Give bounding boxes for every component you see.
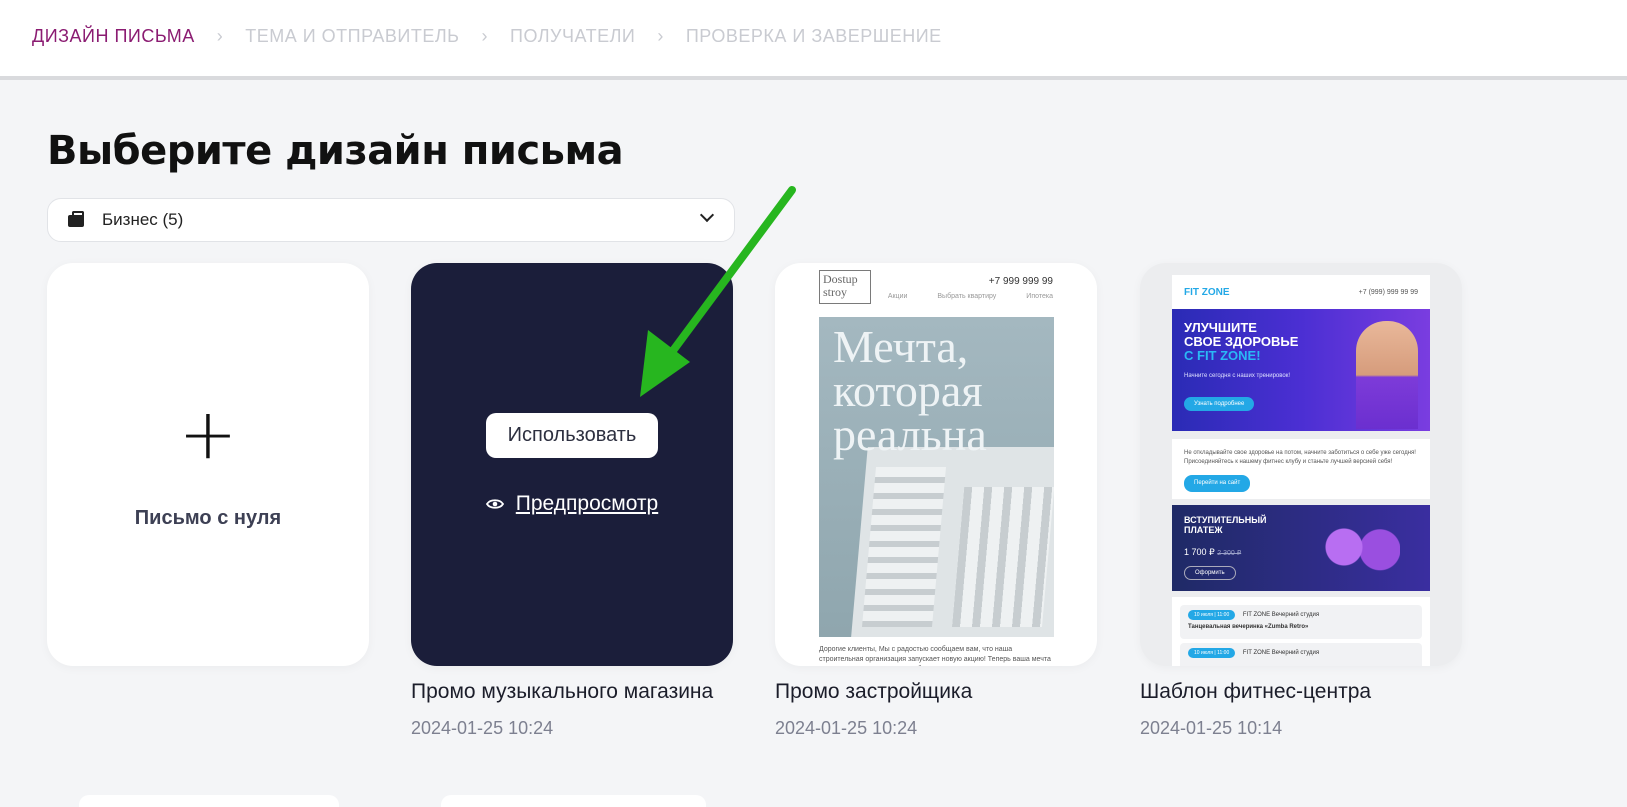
promo-price-value: 1 700 ₽: [1184, 547, 1215, 557]
schedule-row: 10 июля | 11:00 FIT ZONE Вечерний студия: [1180, 643, 1422, 666]
promo-old-price: 2 300 ₽: [1217, 550, 1242, 557]
preview-nav-item: Акции: [887, 293, 908, 300]
schedule-tag: 10 июля | 11:00: [1188, 648, 1236, 658]
category-select-value: Бизнес (5): [102, 210, 184, 229]
next-row-card: [79, 795, 339, 807]
preview-hero: УЛУЧШИТЕ СВОЕ ЗДОРОВЬЕ С FIT ZONE! Начни…: [1172, 309, 1430, 431]
plus-icon: +: [178, 393, 238, 475]
eye-icon: [485, 499, 504, 509]
chevron-right-icon: ›: [216, 26, 224, 46]
step-design[interactable]: ДИЗАЙН ПИСЬМА: [32, 26, 195, 47]
preview-phone: +7 (999) 999 99 99: [1358, 288, 1418, 296]
preview-hero-image: Мечта, которая реальна: [819, 317, 1054, 637]
template-card-fitness[interactable]: FIT ZONE +7 (999) 999 99 99 УЛУЧШИТЕ СВО…: [1140, 263, 1462, 666]
preview-hero-text: Мечта, которая реальна: [833, 321, 987, 460]
step-recipients[interactable]: ПОЛУЧАТЕЛИ: [510, 26, 635, 47]
preview-logo: Dostup stroy: [819, 270, 871, 304]
preview-hero-button: Узнать подробнее: [1184, 397, 1255, 411]
preview-text: Не откладывайте свое здоровье на потом, …: [1184, 450, 1416, 465]
template-card-developer[interactable]: Dostup stroy +7 999 999 99 Акции Выбрать…: [775, 263, 1097, 666]
preview-header: FIT ZONE +7 (999) 999 99 99: [1172, 275, 1430, 309]
schedule-place: FIT ZONE Вечерний студия: [1242, 612, 1320, 618]
preview-nav-item: Выбрать квартиру: [937, 293, 997, 300]
dumbbell-image: [1320, 519, 1400, 575]
top-bar: ДИЗАЙН ПИСЬМА › ТЕМА И ОТПРАВИТЕЛЬ › ПОЛ…: [0, 0, 1627, 80]
schedule-title: Танцевальная вечеринка «Zumba Retro»: [1188, 624, 1309, 630]
chevron-down-icon: [699, 207, 715, 223]
schedule-place: FIT ZONE Вечерний студия: [1242, 650, 1320, 656]
blank-template-card[interactable]: + Письмо с нуля: [47, 263, 369, 666]
preview-logo: FIT ZONE: [1184, 286, 1230, 298]
wizard-steps: ДИЗАЙН ПИСЬМА › ТЕМА И ОТПРАВИТЕЛЬ › ПОЛ…: [32, 26, 942, 47]
building-image: [850, 447, 1054, 637]
schedule-row: 10 июля | 11:00 FIT ZONE Вечерний студия…: [1180, 605, 1422, 639]
preview-text-button: Перейти на сайт: [1184, 475, 1251, 492]
chevron-right-icon: ›: [481, 26, 488, 46]
template-name: Промо застройщика: [775, 680, 973, 703]
preview-text-block: Не откладывайте свое здоровье на потом, …: [1172, 439, 1430, 499]
next-row-card: [441, 795, 706, 807]
preview-nav-item: Ипотека: [1026, 293, 1053, 300]
category-select[interactable]: Бизнес (5): [47, 198, 735, 242]
preview-label: Предпросмотр: [515, 492, 659, 515]
blank-template-label: Письмо с нуля: [134, 507, 282, 529]
template-card-music-store[interactable]: Использовать Предпросмотр: [411, 263, 733, 666]
promo-title: ВСТУПИТЕЛЬНЫЙ ПЛАТЕЖ: [1184, 515, 1267, 535]
template-name: Шаблон фитнес-центра: [1140, 680, 1372, 703]
step-subject-sender[interactable]: ТЕМА И ОТПРАВИТЕЛЬ: [245, 26, 459, 47]
briefcase-icon: [68, 211, 84, 227]
preview-schedule: 10 июля | 11:00 FIT ZONE Вечерний студия…: [1172, 597, 1430, 666]
page-title: Выберите дизайн письма: [47, 128, 624, 174]
preview-link[interactable]: Предпросмотр: [485, 492, 659, 516]
preview-nav: Акции Выбрать квартиру Ипотека: [888, 293, 1053, 300]
promo-button: Оформить: [1184, 566, 1236, 580]
preview-phone: +7 999 999 99: [988, 276, 1053, 287]
template-date: 2024-01-25 10:24: [775, 718, 918, 738]
athlete-image: [1356, 321, 1418, 429]
schedule-tag: 10 июля | 11:00: [1188, 610, 1236, 620]
preview-promo: ВСТУПИТЕЛЬНЫЙ ПЛАТЕЖ 1 700 ₽ 2 300 ₽ Офо…: [1172, 505, 1430, 591]
template-date: 2024-01-25 10:24: [411, 718, 554, 738]
chevron-right-icon: ›: [657, 26, 664, 46]
template-date: 2024-01-25 10:14: [1140, 718, 1283, 738]
preview-body-text: Дорогие клиенты, Мы с радостью сообщаем …: [819, 646, 1051, 663]
step-review-finish[interactable]: ПРОВЕРКА И ЗАВЕРШЕНИЕ: [686, 26, 942, 47]
use-template-button[interactable]: Использовать: [485, 413, 659, 458]
template-name: Промо музыкального магазина: [411, 680, 714, 703]
